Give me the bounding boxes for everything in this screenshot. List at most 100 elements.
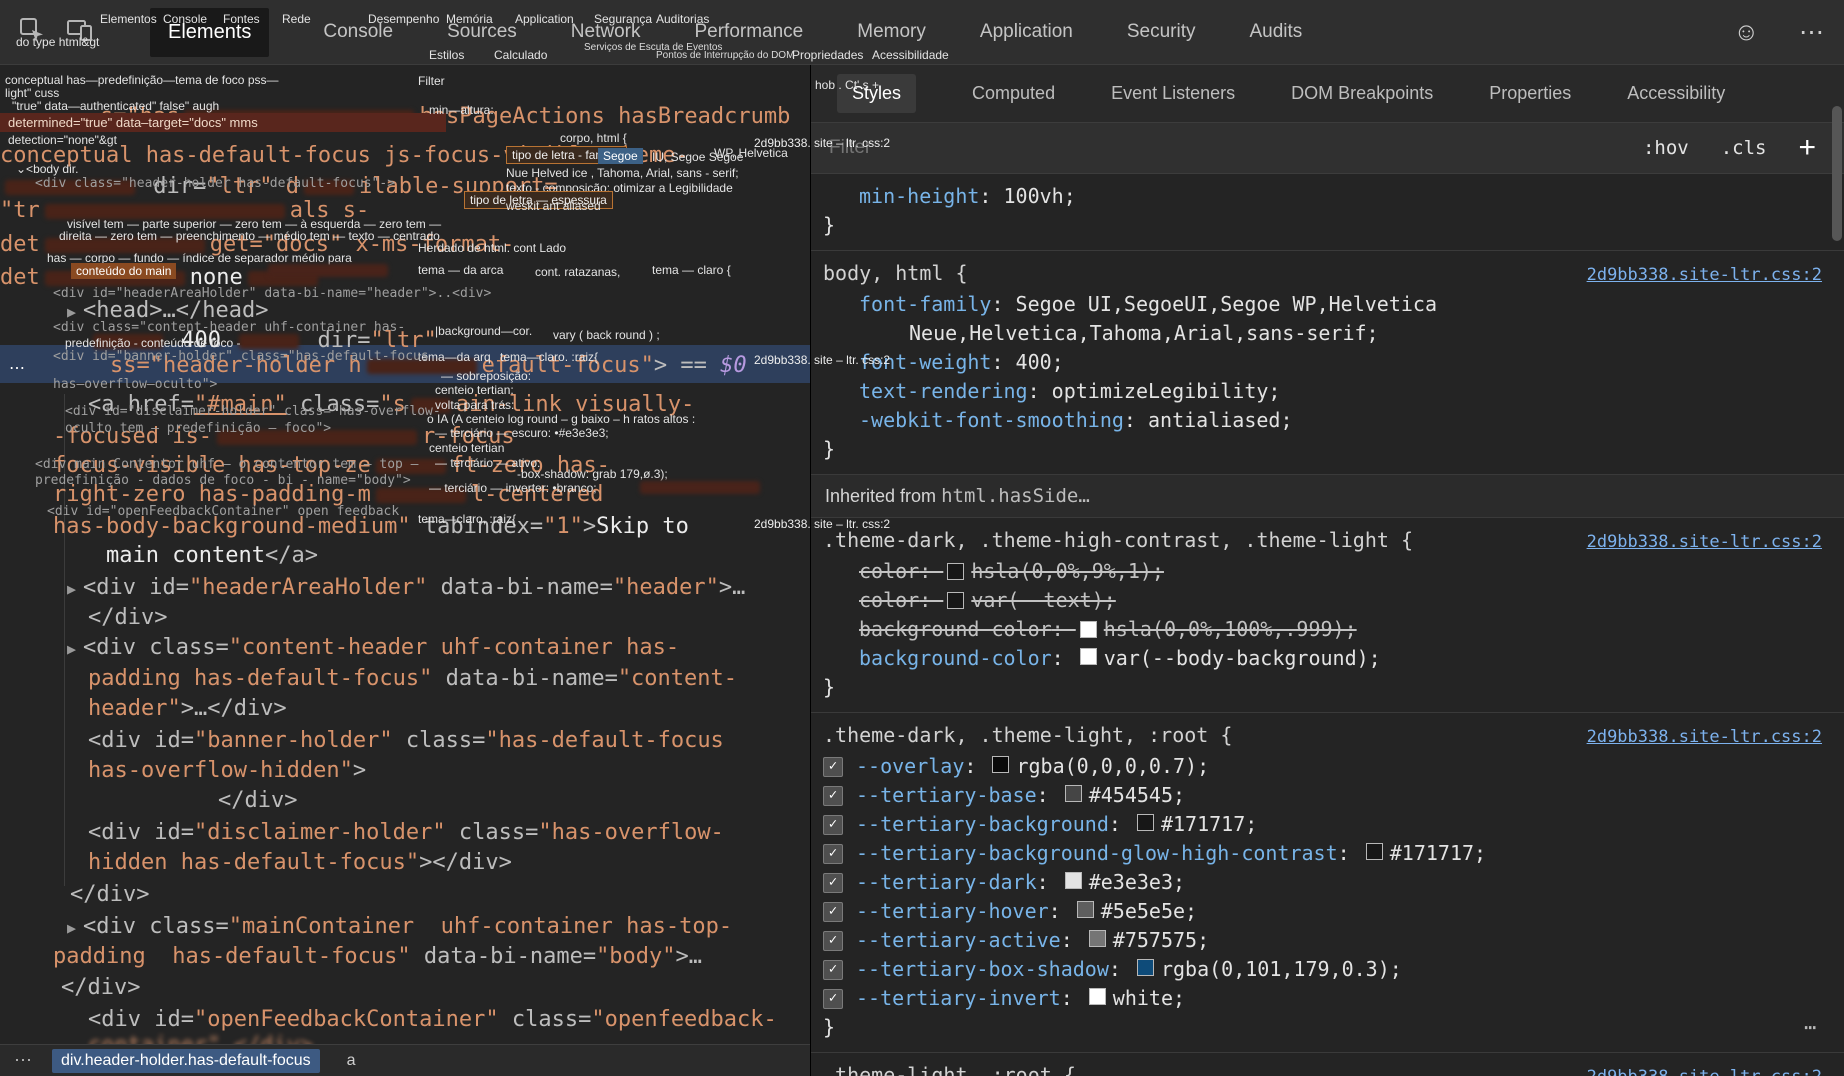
styles-scrollbar-thumb[interactable] bbox=[1832, 106, 1842, 241]
devtools-tab-security[interactable]: Security bbox=[1127, 21, 1196, 43]
style-property-row[interactable]: -webkit-font-smoothing: antialiased; bbox=[811, 406, 1844, 435]
property-checkbox[interactable]: ✓ bbox=[823, 873, 843, 893]
dom-tree-line[interactable]: </div> bbox=[218, 788, 297, 814]
devtools-tab-memory[interactable]: Memory bbox=[857, 21, 926, 43]
styles-tab-dom-breakpoints[interactable]: DOM Breakpoints bbox=[1291, 83, 1433, 104]
dom-tree-line[interactable]: s="hashasPageActions hasBreadcrumb bbox=[100, 104, 790, 130]
property-checkbox[interactable]: ✓ bbox=[823, 757, 843, 777]
toggle-element-state-button[interactable]: :hov bbox=[1643, 137, 1689, 159]
device-toolbar-icon[interactable] bbox=[66, 16, 94, 49]
color-swatch[interactable] bbox=[1089, 988, 1106, 1005]
dom-tree-line[interactable]: ss="header-holder hefault-focus"> == $0 bbox=[110, 353, 747, 379]
color-swatch[interactable] bbox=[1137, 814, 1154, 831]
color-swatch[interactable] bbox=[1080, 648, 1097, 665]
styles-tab-accessibility[interactable]: Accessibility bbox=[1627, 83, 1725, 104]
color-swatch[interactable] bbox=[992, 756, 1009, 773]
dom-tree-line[interactable]: ▶<div class="content-header uhf-containe… bbox=[67, 635, 679, 662]
style-property-row[interactable]: ✓--tertiary-base: #454545; bbox=[811, 781, 1844, 810]
rule-selector[interactable]: body, html { bbox=[823, 259, 968, 288]
element-classes-button[interactable]: .cls bbox=[1721, 137, 1767, 159]
color-swatch[interactable] bbox=[1080, 621, 1097, 638]
dom-tree-line[interactable]: <a href="#main" class="sain-link visuall… bbox=[88, 392, 694, 418]
style-property-row[interactable]: ✓--tertiary-active: #757575; bbox=[811, 926, 1844, 955]
dom-tree-line[interactable]: "trals s- bbox=[0, 198, 369, 224]
devtools-tab-sources[interactable]: Sources bbox=[447, 21, 517, 43]
styles-tab-properties[interactable]: Properties bbox=[1489, 83, 1571, 104]
dom-tree-line[interactable]: ▶<div class="mainContainer uhf-container… bbox=[67, 914, 732, 941]
dom-tree-line[interactable]: main content</a> bbox=[106, 543, 318, 569]
devtools-tab-elements[interactable]: Elements bbox=[150, 8, 269, 57]
css-file-link[interactable]: 2d9bb338.site-ltr.css:2 bbox=[1587, 261, 1822, 290]
rule-selector[interactable]: .theme-dark, .theme-high-contrast, .them… bbox=[823, 526, 1413, 555]
dom-tree-line[interactable]: has-body-background-medium" tabindex="1"… bbox=[53, 514, 689, 540]
dom-tree-line[interactable]: </div> bbox=[70, 882, 149, 908]
styles-tab-styles[interactable]: Styles bbox=[837, 74, 916, 113]
style-property-row[interactable]: ✓--overlay: rgba(0,0,0,0.7); bbox=[811, 752, 1844, 781]
css-file-link[interactable]: 2d9bb338.site-ltr.css:2 bbox=[1587, 1063, 1822, 1076]
style-property-row[interactable]: ✓--tertiary-dark: #e3e3e3; bbox=[811, 868, 1844, 897]
new-style-rule-button[interactable]: + bbox=[1798, 133, 1816, 163]
styles-filter-input[interactable] bbox=[827, 136, 1611, 160]
dom-tree-line[interactable]: container"…</div> bbox=[88, 1033, 313, 1044]
devtools-tab-performance[interactable]: Performance bbox=[694, 21, 803, 43]
color-swatch[interactable] bbox=[1065, 872, 1082, 889]
devtools-tab-network[interactable]: Network bbox=[571, 21, 641, 43]
rule-selector[interactable]: .theme-dark, .theme-light, :root { bbox=[823, 721, 1232, 750]
css-file-link[interactable]: 2d9bb338.site-ltr.css:2 bbox=[1587, 528, 1822, 557]
inspect-element-icon[interactable] bbox=[18, 16, 46, 49]
property-checkbox[interactable]: ✓ bbox=[823, 786, 843, 806]
devtools-tab-audits[interactable]: Audits bbox=[1249, 21, 1302, 43]
style-property-row[interactable]: min-height: 100vh; bbox=[811, 182, 1844, 211]
breadcrumb-item[interactable]: a bbox=[338, 1049, 365, 1073]
color-swatch[interactable] bbox=[1065, 785, 1082, 802]
property-checkbox[interactable]: ✓ bbox=[823, 844, 843, 864]
dom-tree-line[interactable]: conceptual has-default-focus js-focus-vi… bbox=[0, 143, 689, 169]
color-swatch[interactable] bbox=[1077, 901, 1094, 918]
style-property-row[interactable]: background-color: hsla(0,0%,100%,.999); bbox=[811, 615, 1844, 644]
dom-tree-line[interactable]: padding has-default-focus" data-bi-name=… bbox=[88, 666, 737, 692]
dom-tree-line[interactable]: ▶<div id="headerAreaHolder" data-bi-name… bbox=[67, 575, 745, 602]
rule-overflow-icon[interactable]: ⋯ bbox=[1804, 1013, 1844, 1042]
style-property-row[interactable]: font-weight: 400; bbox=[811, 348, 1844, 377]
style-property-row[interactable]: ✓--tertiary-background-glow-high-contras… bbox=[811, 839, 1844, 868]
property-checkbox[interactable]: ✓ bbox=[823, 815, 843, 835]
property-checkbox[interactable]: ✓ bbox=[823, 902, 843, 922]
property-checkbox[interactable]: ✓ bbox=[823, 960, 843, 980]
dom-tree-line[interactable]: -focused is-r-focus bbox=[53, 424, 515, 450]
dom-tree-line[interactable]: 400 dir="ltr" bbox=[88, 328, 437, 354]
style-property-row[interactable]: text-rendering: optimizeLegibility; bbox=[811, 377, 1844, 406]
dom-tree-line[interactable]: focus-visible has-top-zeft-zero has- bbox=[53, 453, 610, 479]
inherited-from-selector[interactable]: html.hasSide… bbox=[941, 485, 1090, 507]
dom-tree-line[interactable]: padding has-default-focus" data-bi-name=… bbox=[53, 944, 702, 970]
dom-tree-line[interactable]: header">…</div> bbox=[88, 696, 287, 722]
color-swatch[interactable] bbox=[947, 592, 964, 609]
color-swatch[interactable] bbox=[1089, 930, 1106, 947]
style-property-row[interactable]: font-family: Segoe UI,SegoeUI,Segoe WP,H… bbox=[811, 290, 1844, 319]
styles-tab-event-listeners[interactable]: Event Listeners bbox=[1111, 83, 1235, 104]
dom-tree-line[interactable]: has-overflow-hidden"> bbox=[88, 758, 366, 784]
dom-tree-line[interactable]: dir="ltr" dilable-support= bbox=[0, 174, 558, 200]
dom-tree-line[interactable]: detget="docs" x-ms-format- bbox=[0, 232, 514, 258]
devtools-tab-application[interactable]: Application bbox=[980, 21, 1073, 43]
style-property-row[interactable]: ✓--tertiary-invert: white; bbox=[811, 984, 1844, 1013]
dom-tree-line[interactable]: right-zero has-padding-ml-centered bbox=[53, 482, 603, 508]
dom-tree-line[interactable]: </div> bbox=[88, 605, 167, 631]
color-swatch[interactable] bbox=[947, 563, 964, 580]
color-swatch[interactable] bbox=[1137, 959, 1154, 976]
color-swatch[interactable] bbox=[1366, 843, 1383, 860]
breadcrumb-item[interactable]: div.header-holder.has-default-focus bbox=[52, 1049, 320, 1073]
style-property-row[interactable]: background-color: var(--body-background)… bbox=[811, 644, 1844, 673]
breadcrumb-overflow-icon[interactable]: ⋯ bbox=[14, 1050, 32, 1071]
more-options-icon[interactable]: ⋯ bbox=[1799, 17, 1824, 47]
style-property-row[interactable]: ✓--tertiary-hover: #5e5e5e; bbox=[811, 897, 1844, 926]
dom-tree-line[interactable]: </div> bbox=[61, 975, 140, 1001]
property-checkbox[interactable]: ✓ bbox=[823, 989, 843, 1009]
dom-tree-line[interactable]: <div id="disclaimer-holder" class="has-o… bbox=[88, 820, 724, 846]
css-file-link[interactable]: 2d9bb338.site-ltr.css:2 bbox=[1587, 723, 1822, 752]
style-property-row[interactable]: ✓--tertiary-background: #171717; bbox=[811, 810, 1844, 839]
style-property-row[interactable]: color: var(--text); bbox=[811, 586, 1844, 615]
dom-tree-line[interactable]: hidden has-default-focus"></div> bbox=[88, 850, 512, 876]
dom-tree-line[interactable]: <div id="openFeedbackContainer" class="o… bbox=[88, 1007, 777, 1033]
rule-selector[interactable]: .theme-light, :root { bbox=[823, 1061, 1076, 1076]
styles-tab-computed[interactable]: Computed bbox=[972, 83, 1055, 104]
